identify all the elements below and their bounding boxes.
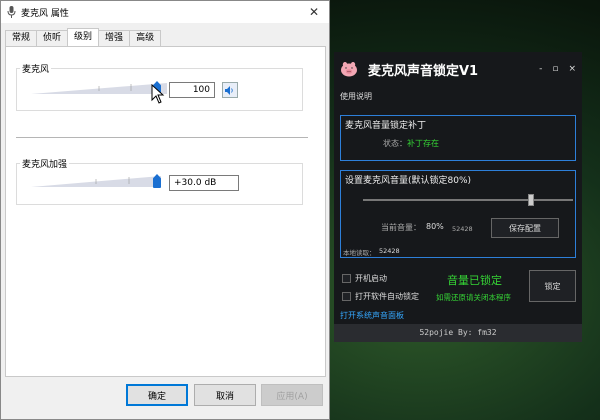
cancel-button[interactable]: 取消 <box>194 384 256 406</box>
window-title: 麦克风声音锁定V1 <box>368 63 479 79</box>
patch-status-value: 补丁存在 <box>407 139 439 148</box>
mic-lock-window: 麦克风声音锁定V1 - ▫ × 使用说明 麦克风音量锁定补丁 状态： 补丁存在 … <box>334 52 582 342</box>
volume-slider[interactable] <box>363 199 573 201</box>
tab-strip: 常规 侦听 级别 增强 高级 <box>5 28 162 46</box>
speaker-mute-button[interactable] <box>222 82 238 98</box>
current-volume-label: 当前音量： <box>381 223 421 232</box>
mic-level-value[interactable]: 100 <box>169 82 215 98</box>
tab-advanced[interactable]: 高级 <box>129 30 162 46</box>
current-volume-percent: 80% <box>426 222 444 231</box>
restore-icon[interactable]: ▫ <box>552 64 558 74</box>
title-bar[interactable]: 麦克风 属性 ✕ <box>1 1 329 23</box>
ok-button[interactable]: 确定 <box>126 384 188 406</box>
status-label: 状态： <box>383 139 407 148</box>
close-icon[interactable]: × <box>568 64 576 74</box>
open-sound-panel-link[interactable]: 打开系统声音面板 <box>340 310 404 321</box>
minimize-icon[interactable]: - <box>539 64 542 74</box>
tab-levels[interactable]: 级别 <box>67 28 100 46</box>
local-read-label: 本地读取： <box>343 249 376 257</box>
save-config-button[interactable]: 保存配置 <box>491 218 559 238</box>
auto-lock-label: 打开软件自动锁定 <box>355 292 419 301</box>
volume-panel: 设置麦克风音量(默认锁定80%) 当前音量： 80% 52428 保存配置 本地… <box>340 170 576 258</box>
window-title: 麦克风 属性 <box>21 8 69 19</box>
close-icon[interactable]: ✕ <box>299 1 329 23</box>
apply-button[interactable]: 应用(A) <box>261 384 323 406</box>
microphone-icon <box>7 6 16 18</box>
mic-level-label: 麦克风 <box>20 62 52 75</box>
mic-boost-value[interactable]: +30.0 dB <box>169 175 239 191</box>
tab-enhancements[interactable]: 增强 <box>98 30 131 46</box>
mic-level-slider[interactable] <box>31 83 167 95</box>
mic-boost-slider[interactable] <box>31 176 161 188</box>
locked-status: 音量已锁定 <box>447 274 502 287</box>
local-read-value: 52428 <box>379 247 400 255</box>
separator <box>16 137 308 138</box>
lock-button[interactable]: 锁定 <box>529 270 576 302</box>
volume-panel-title: 设置麦克风音量(默认锁定80%) <box>345 176 472 186</box>
window-controls: - ▫ × <box>539 64 582 74</box>
mouse-pointer-icon <box>151 84 165 104</box>
patch-panel-title: 麦克风音量锁定补丁 <box>345 121 427 131</box>
auto-lock-checkbox[interactable] <box>342 292 351 301</box>
mic-boost-label: 麦克风加强 <box>20 157 70 170</box>
tab-general[interactable]: 常规 <box>5 30 38 46</box>
pig-logo-icon <box>341 62 357 77</box>
footer-credit: 52pojie By: fm32 <box>334 324 582 342</box>
volume-slider-thumb[interactable] <box>528 194 534 206</box>
current-volume-raw: 52428 <box>452 225 473 233</box>
speaker-icon <box>225 85 233 95</box>
autostart-label: 开机启动 <box>355 274 387 283</box>
title-bar[interactable]: 麦克风声音锁定V1 - ▫ × <box>334 52 582 86</box>
autostart-checkbox[interactable] <box>342 274 351 283</box>
levels-panel: 麦克风 100 麦克风加强 +30.0 dB <box>5 46 326 377</box>
help-link[interactable]: 使用说明 <box>340 91 372 102</box>
restore-hint: 如需还原请关闭本程序 <box>436 293 511 302</box>
mic-properties-window: 麦克风 属性 ✕ 常规 侦听 级别 增强 高级 麦克风 100 麦克风加强 +3… <box>0 0 330 420</box>
mic-boost-group: 麦克风加强 +30.0 dB <box>16 157 303 205</box>
patch-panel: 麦克风音量锁定补丁 状态： 补丁存在 <box>340 115 576 161</box>
tab-listen[interactable]: 侦听 <box>36 30 69 46</box>
